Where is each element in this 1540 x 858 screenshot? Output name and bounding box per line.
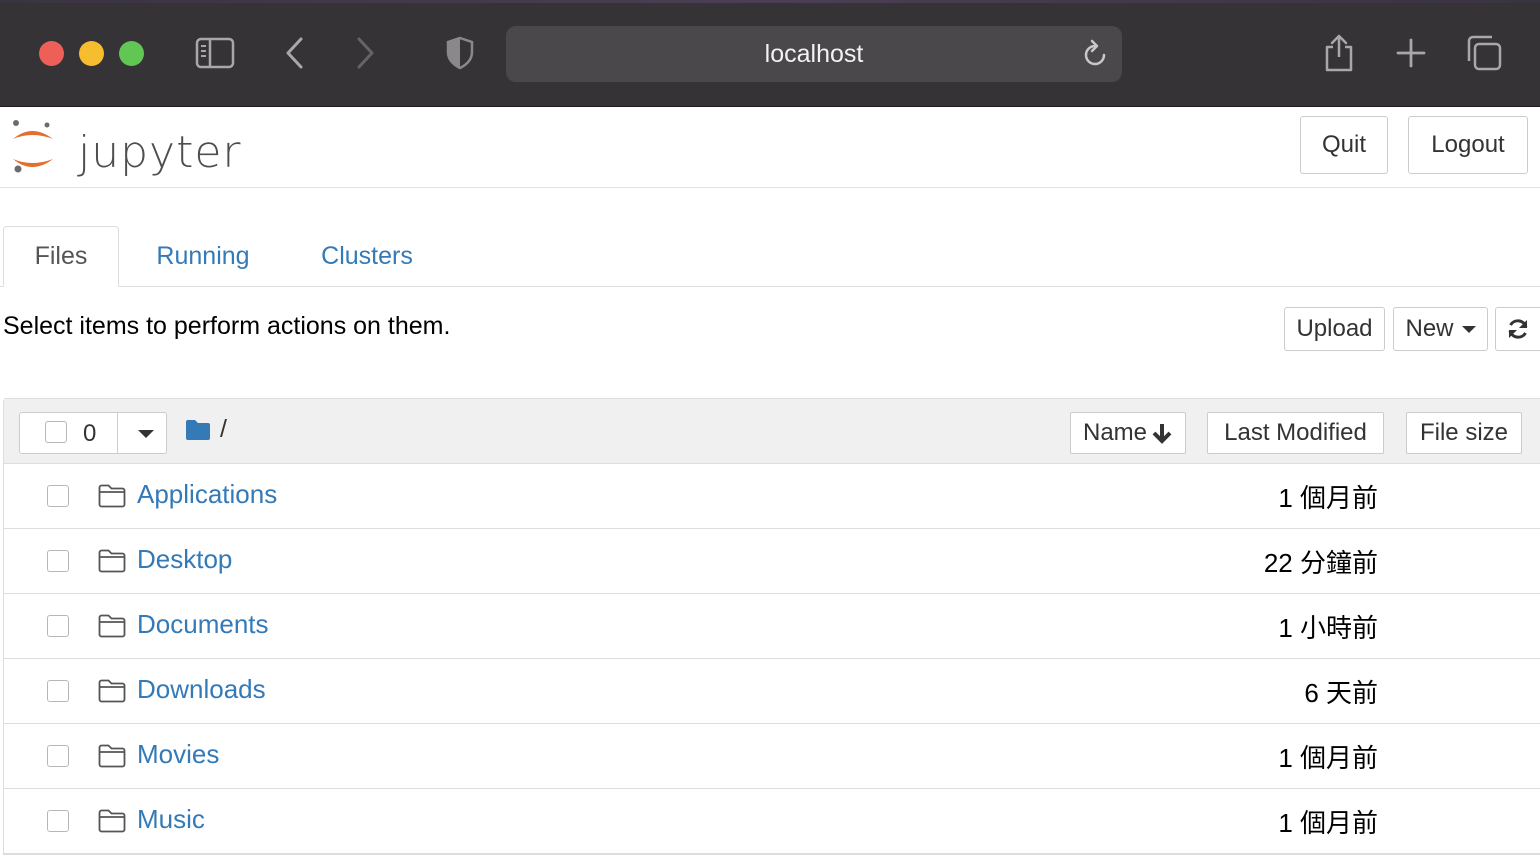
list-item[interactable]: Applications 1 個月前 [4, 464, 1540, 529]
upload-button[interactable]: Upload [1284, 307, 1385, 351]
item-checkbox[interactable] [47, 485, 69, 507]
sidebar-icon[interactable] [192, 30, 238, 76]
item-name-link[interactable]: Movies [137, 739, 219, 770]
item-last-modified: 1 個月前 [1278, 743, 1378, 773]
list-item[interactable]: Downloads 6 天前 [4, 659, 1540, 724]
select-menu-dropdown-icon[interactable] [138, 430, 154, 438]
file-list: 0 / Name Last Modified File size Applica… [3, 398, 1540, 855]
item-last-modified: 1 個月前 [1278, 808, 1378, 838]
quit-button[interactable]: Quit [1300, 116, 1388, 174]
folder-icon [98, 809, 126, 833]
sort-name-label: Name [1082, 419, 1148, 446]
item-last-modified: 6 天前 [1304, 678, 1378, 708]
new-tab-icon[interactable] [1388, 30, 1434, 76]
back-icon[interactable] [272, 30, 318, 76]
sort-by-last-modified-button[interactable]: Last Modified [1207, 412, 1384, 454]
minimize-window-button[interactable] [79, 41, 104, 66]
item-name-link[interactable]: Desktop [137, 544, 232, 575]
item-name-link[interactable]: Documents [137, 609, 269, 640]
refresh-icon [1508, 319, 1528, 339]
folder-icon [98, 744, 126, 768]
file-list-header: 0 / Name Last Modified File size [4, 399, 1540, 464]
select-all-group: 0 [19, 412, 167, 454]
selection-hint: Select items to perform actions on them. [3, 312, 451, 340]
chevron-down-icon [1461, 325, 1476, 333]
share-icon[interactable] [1316, 30, 1362, 76]
list-item[interactable]: Movies 1 個月前 [4, 724, 1540, 789]
folder-icon [98, 679, 126, 703]
sort-by-name-button[interactable]: Name [1070, 412, 1186, 454]
sort-down-icon [1152, 424, 1172, 444]
file-rows: Applications 1 個月前 Desktop 22 分鐘前 Docume… [4, 464, 1540, 854]
selected-count: 0 [83, 420, 97, 447]
list-item[interactable]: Documents 1 小時前 [4, 594, 1540, 659]
browser-toolbar: localhost [0, 0, 1540, 107]
url-text: localhost [764, 40, 864, 68]
breadcrumb-root[interactable]: / [220, 415, 227, 444]
tabs-overview-icon[interactable] [1461, 30, 1507, 76]
select-all-checkbox[interactable] [45, 421, 67, 443]
tab-bar: Files Running Clusters [0, 226, 1540, 287]
refresh-button[interactable] [1495, 307, 1540, 351]
jupyter-header: jupyter Quit Logout [0, 107, 1540, 188]
tab-running[interactable]: Running [138, 226, 268, 286]
item-checkbox[interactable] [47, 810, 69, 832]
jupyter-logo[interactable]: jupyter [10, 117, 250, 181]
new-dropdown-button[interactable]: New [1393, 307, 1488, 351]
reload-icon[interactable] [1080, 38, 1110, 75]
item-checkbox[interactable] [47, 550, 69, 572]
item-last-modified: 1 個月前 [1278, 483, 1378, 513]
address-bar[interactable]: localhost [506, 26, 1122, 82]
item-name-link[interactable]: Downloads [137, 674, 266, 705]
forward-icon[interactable] [342, 30, 388, 76]
item-name-link[interactable]: Applications [137, 479, 277, 510]
jupyter-logo-icon [13, 120, 53, 173]
item-checkbox[interactable] [47, 745, 69, 767]
item-name-link[interactable]: Music [137, 804, 205, 835]
select-divider [117, 413, 118, 453]
tab-clusters[interactable]: Clusters [300, 226, 434, 286]
folder-icon [98, 484, 126, 508]
jupyter-logo-text: jupyter [78, 127, 242, 178]
logout-button[interactable]: Logout [1408, 116, 1528, 174]
folder-icon [98, 549, 126, 573]
folder-icon[interactable] [185, 419, 211, 441]
tab-files[interactable]: Files [3, 226, 119, 287]
item-last-modified: 1 小時前 [1278, 613, 1378, 643]
folder-icon [98, 614, 126, 638]
item-checkbox[interactable] [47, 680, 69, 702]
close-window-button[interactable] [39, 41, 64, 66]
item-last-modified: 22 分鐘前 [1263, 548, 1378, 578]
zoom-window-button[interactable] [119, 41, 144, 66]
new-button-label: New [1405, 315, 1454, 342]
item-checkbox[interactable] [47, 615, 69, 637]
sort-by-file-size-button[interactable]: File size [1406, 412, 1522, 454]
shield-icon[interactable] [437, 30, 483, 76]
list-item[interactable]: Music 1 個月前 [4, 789, 1540, 854]
list-item[interactable]: Desktop 22 分鐘前 [4, 529, 1540, 594]
